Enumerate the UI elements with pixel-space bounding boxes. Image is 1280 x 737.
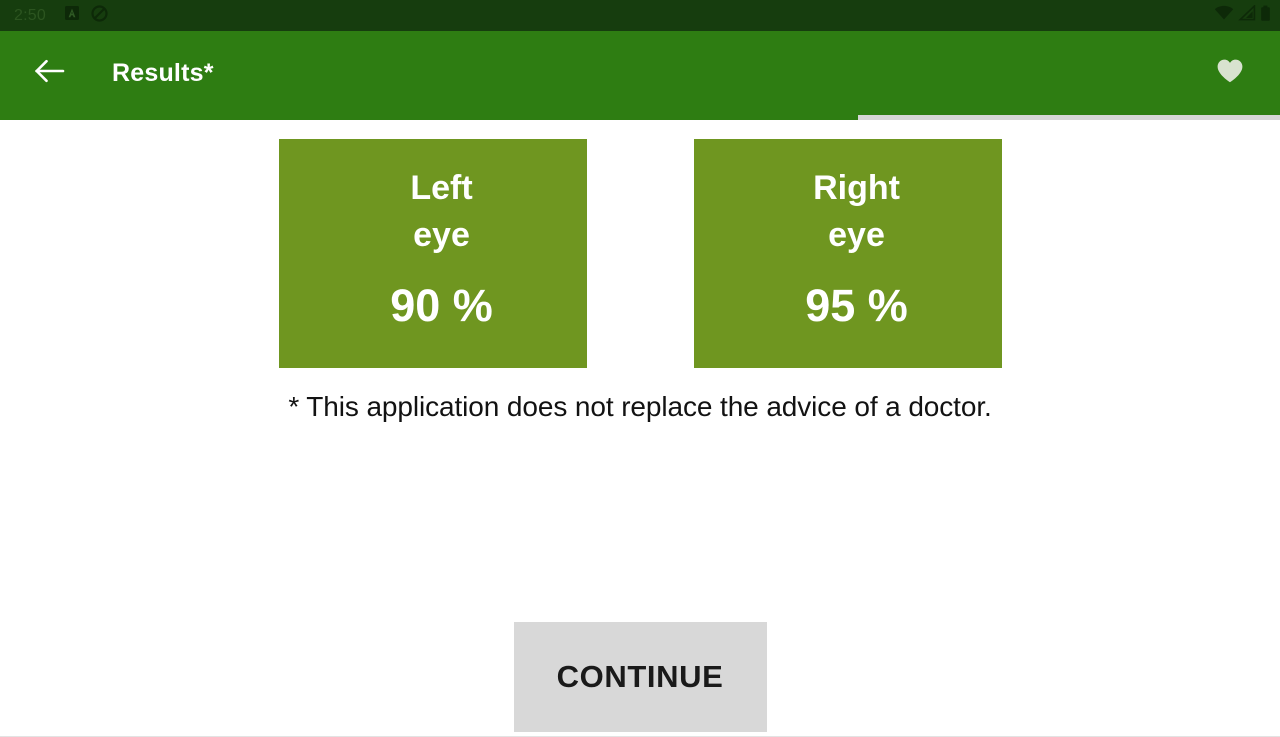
right-eye-value: 95 % [805, 279, 908, 331]
status-bar-system-icons [1214, 4, 1271, 27]
disclaimer-text: * This application does not replace the … [288, 391, 992, 422]
status-bar: 2:50 [0, 0, 1280, 31]
status-bar-notification-icons [64, 4, 108, 27]
continue-button-container: CONTINUE [0, 622, 1280, 732]
wifi-icon [1214, 5, 1234, 26]
left-eye-title-line2: eye [413, 215, 470, 254]
left-eye-title-line1: Left [410, 169, 473, 207]
results-content: Left eye 90 % Right eye 95 % * This appl… [0, 120, 1280, 737]
right-eye-title-line1: Right [813, 169, 900, 207]
back-button[interactable] [30, 53, 70, 93]
battery-icon [1260, 5, 1271, 27]
do-not-disturb-icon [91, 4, 108, 27]
heart-icon [1216, 58, 1244, 89]
right-eye-title-line2: eye [828, 215, 885, 254]
app-notification-icon [64, 5, 80, 26]
page-title: Results* [112, 58, 214, 87]
app-bar: Results* [0, 31, 1280, 115]
left-eye-value: 90 % [390, 279, 493, 331]
eye-results-row: Left eye 90 % Right eye 95 % [0, 139, 1280, 368]
cellular-signal-icon [1238, 4, 1256, 26]
right-eye-result-card: Right eye 95 % [693, 139, 1002, 368]
app-screen: 2:50 Results* Left eye 90 % Right eye 95… [0, 0, 1280, 737]
favorite-button[interactable] [1208, 51, 1252, 95]
continue-button[interactable]: CONTINUE [513, 622, 767, 732]
back-arrow-icon [35, 58, 65, 89]
left-eye-result-card: Left eye 90 % [278, 139, 587, 368]
status-clock: 2:50 [14, 6, 46, 24]
